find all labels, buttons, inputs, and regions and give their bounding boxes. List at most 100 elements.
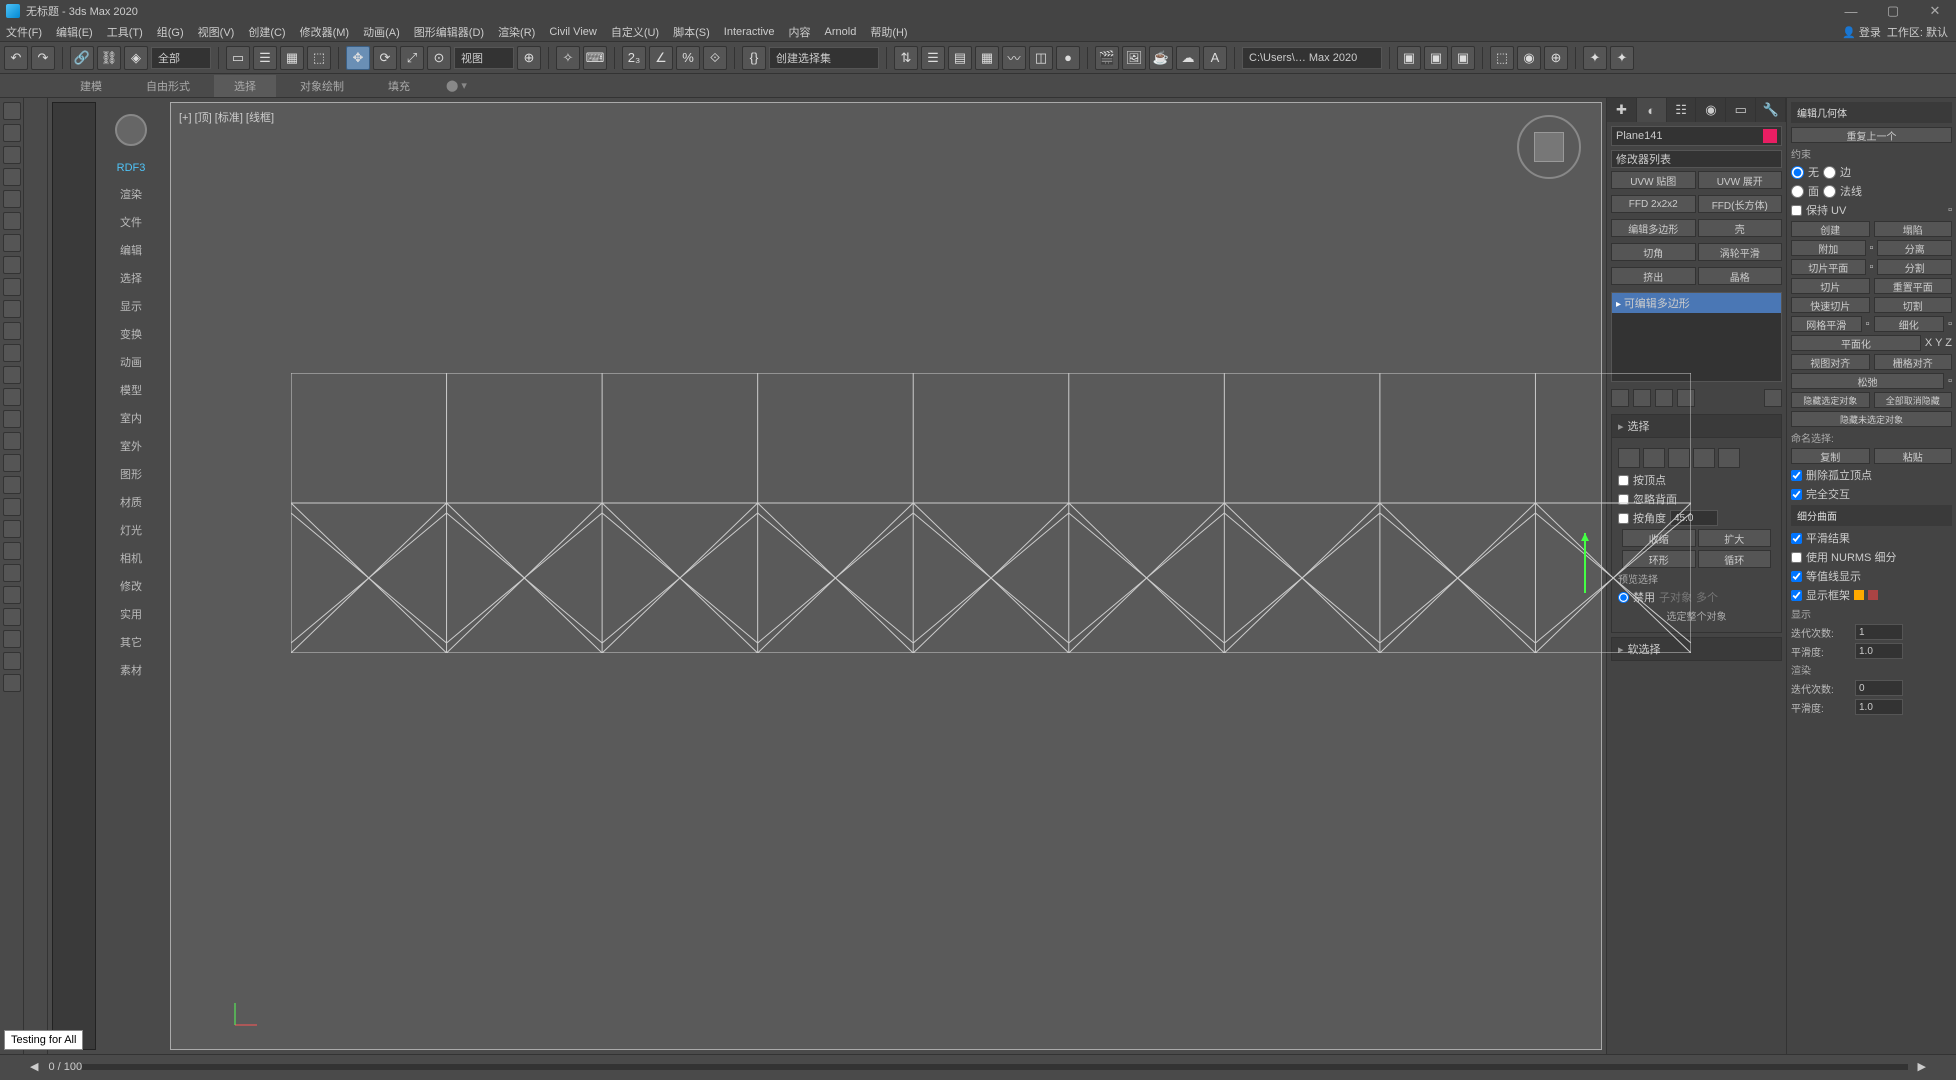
btn-viewalign[interactable]: 视图对齐	[1791, 354, 1870, 370]
btn-planarize[interactable]: 平面化	[1791, 335, 1921, 351]
snap-angle-button[interactable]: ∠	[649, 46, 673, 70]
lt-21[interactable]	[3, 542, 21, 560]
sm-rdf3[interactable]: RDF3	[96, 156, 166, 180]
pivot-button[interactable]: ⊕	[517, 46, 541, 70]
lt-7[interactable]	[3, 234, 21, 252]
x2-button[interactable]: ▣	[1424, 46, 1448, 70]
lt-10[interactable]	[3, 300, 21, 318]
open-autodesk-button[interactable]: A	[1203, 46, 1227, 70]
link-button[interactable]: 🔗	[70, 46, 94, 70]
btn-ffdbox[interactable]: FFD(长方体)	[1698, 195, 1783, 213]
chk-showcage[interactable]	[1791, 590, 1802, 601]
menu-content[interactable]: 内容	[789, 24, 811, 40]
lt-3[interactable]	[3, 146, 21, 164]
btn-extrude[interactable]: 挤出	[1611, 267, 1696, 285]
lt-5[interactable]	[3, 190, 21, 208]
sm-assets[interactable]: 素材	[96, 656, 166, 684]
lt-22[interactable]	[3, 564, 21, 582]
render-frame-button[interactable]: 🖼	[1122, 46, 1146, 70]
radio-c-none[interactable]	[1791, 166, 1804, 179]
lt-15[interactable]	[3, 410, 21, 428]
menu-customize[interactable]: 自定义(U)	[611, 24, 659, 40]
subobj-poly[interactable]	[1693, 448, 1715, 468]
btn-sliceplane[interactable]: 切片平面	[1791, 259, 1866, 275]
sm-modify[interactable]: 修改	[96, 572, 166, 600]
configure-sets-button[interactable]	[1764, 389, 1782, 407]
lt-19[interactable]	[3, 498, 21, 516]
select-region-button[interactable]: ▦	[280, 46, 304, 70]
chk-isoline[interactable]	[1791, 571, 1802, 582]
cp-create-tab[interactable]: ✚	[1607, 98, 1637, 122]
sm-model[interactable]: 模型	[96, 376, 166, 404]
btn-uvwmap[interactable]: UVW 贴图	[1611, 171, 1696, 189]
place-button[interactable]: ⊙	[427, 46, 451, 70]
menu-help[interactable]: 帮助(H)	[870, 24, 907, 40]
smooth-spinner[interactable]: 1.0	[1855, 643, 1903, 659]
snap-2d-button[interactable]: 2₃	[622, 46, 646, 70]
named-set-select[interactable]: 创建选择集	[769, 47, 879, 69]
menu-tools[interactable]: 工具(T)	[107, 24, 143, 40]
menu-interactive[interactable]: Interactive	[724, 26, 775, 38]
mirror-button[interactable]: ⇅	[894, 46, 918, 70]
time-slider[interactable]: ◀ 0 / 100 ▶	[0, 1054, 1956, 1078]
move-button[interactable]: ✥	[346, 46, 370, 70]
btn-uvwunwrap[interactable]: UVW 展开	[1698, 171, 1783, 189]
chk-deliso[interactable]	[1791, 470, 1802, 481]
sel-lock-button[interactable]: ⬚	[1490, 46, 1514, 70]
modifier-item[interactable]: ▸ 可编辑多边形	[1612, 293, 1781, 313]
sm-shape[interactable]: 图形	[96, 460, 166, 488]
menu-render[interactable]: 渲染(R)	[498, 24, 535, 40]
sm-transform[interactable]: 变换	[96, 320, 166, 348]
viewport-label[interactable]: [+] [顶] [标准] [线框]	[179, 109, 274, 125]
sm-anim[interactable]: 动画	[96, 348, 166, 376]
menu-group[interactable]: 组(G)	[157, 24, 184, 40]
sm-edit[interactable]: 编辑	[96, 236, 166, 264]
lt-6[interactable]	[3, 212, 21, 230]
btn-detach[interactable]: 分离	[1877, 240, 1952, 256]
workspace-label[interactable]: 工作区: 默认	[1887, 24, 1948, 40]
render-online-button[interactable]: ☁	[1176, 46, 1200, 70]
menu-file[interactable]: 文件(F)	[6, 24, 42, 40]
sm-render[interactable]: 渲染	[96, 180, 166, 208]
project-path-field[interactable]: C:\Users\… Max 2020	[1242, 47, 1382, 69]
curve-editor-button[interactable]: 〰	[1002, 46, 1026, 70]
render-setup-button[interactable]: 🎬	[1095, 46, 1119, 70]
lt-25[interactable]	[3, 630, 21, 648]
lt-14[interactable]	[3, 388, 21, 406]
menu-views[interactable]: 视图(V)	[198, 24, 235, 40]
lt-9[interactable]	[3, 278, 21, 296]
align-button[interactable]: ☰	[921, 46, 945, 70]
object-name-field[interactable]: Plane141	[1611, 126, 1782, 146]
lt-20[interactable]	[3, 520, 21, 538]
scale-button[interactable]: ⤢	[400, 46, 424, 70]
btn-quickslice[interactable]: 快速切片	[1791, 297, 1870, 313]
viewcube[interactable]	[1517, 115, 1581, 179]
btn-chamfer[interactable]: 切角	[1611, 243, 1696, 261]
rotate-button[interactable]: ⟳	[373, 46, 397, 70]
rp-subdiv-header[interactable]: 细分曲面	[1791, 505, 1952, 526]
btn-relax[interactable]: 松弛	[1791, 373, 1944, 389]
btn-attach[interactable]: 附加	[1791, 240, 1866, 256]
iter-spinner[interactable]: 1	[1855, 624, 1903, 640]
rtab-freeform[interactable]: 自由形式	[126, 75, 210, 97]
btn-ffd2[interactable]: FFD 2x2x2	[1611, 195, 1696, 213]
redo-button[interactable]: ↷	[31, 46, 55, 70]
btn-paste[interactable]: 粘贴	[1874, 448, 1953, 464]
modifier-stack[interactable]: ▸ 可编辑多边形	[1611, 292, 1782, 382]
select-name-button[interactable]: ☰	[253, 46, 277, 70]
radio-c-face[interactable]	[1791, 185, 1804, 198]
keyboard-button[interactable]: ⌨	[583, 46, 607, 70]
maximize-button[interactable]: ▢	[1872, 0, 1914, 22]
bind-button[interactable]: ◈	[124, 46, 148, 70]
chk-nurms[interactable]	[1791, 552, 1802, 563]
ref-coord-select[interactable]: 视图	[454, 47, 514, 69]
move-gizmo[interactable]	[1577, 533, 1593, 593]
x3-button[interactable]: ▣	[1451, 46, 1475, 70]
chk-preserve-uv[interactable]	[1791, 205, 1802, 216]
select-object-button[interactable]: ▭	[226, 46, 250, 70]
close-button[interactable]: ✕	[1914, 0, 1956, 22]
viewport[interactable]: [+] [顶] [标准] [线框]	[170, 102, 1602, 1050]
btn-shell[interactable]: 壳	[1698, 219, 1783, 237]
btn-split[interactable]: 分割	[1877, 259, 1952, 275]
lt-24[interactable]	[3, 608, 21, 626]
